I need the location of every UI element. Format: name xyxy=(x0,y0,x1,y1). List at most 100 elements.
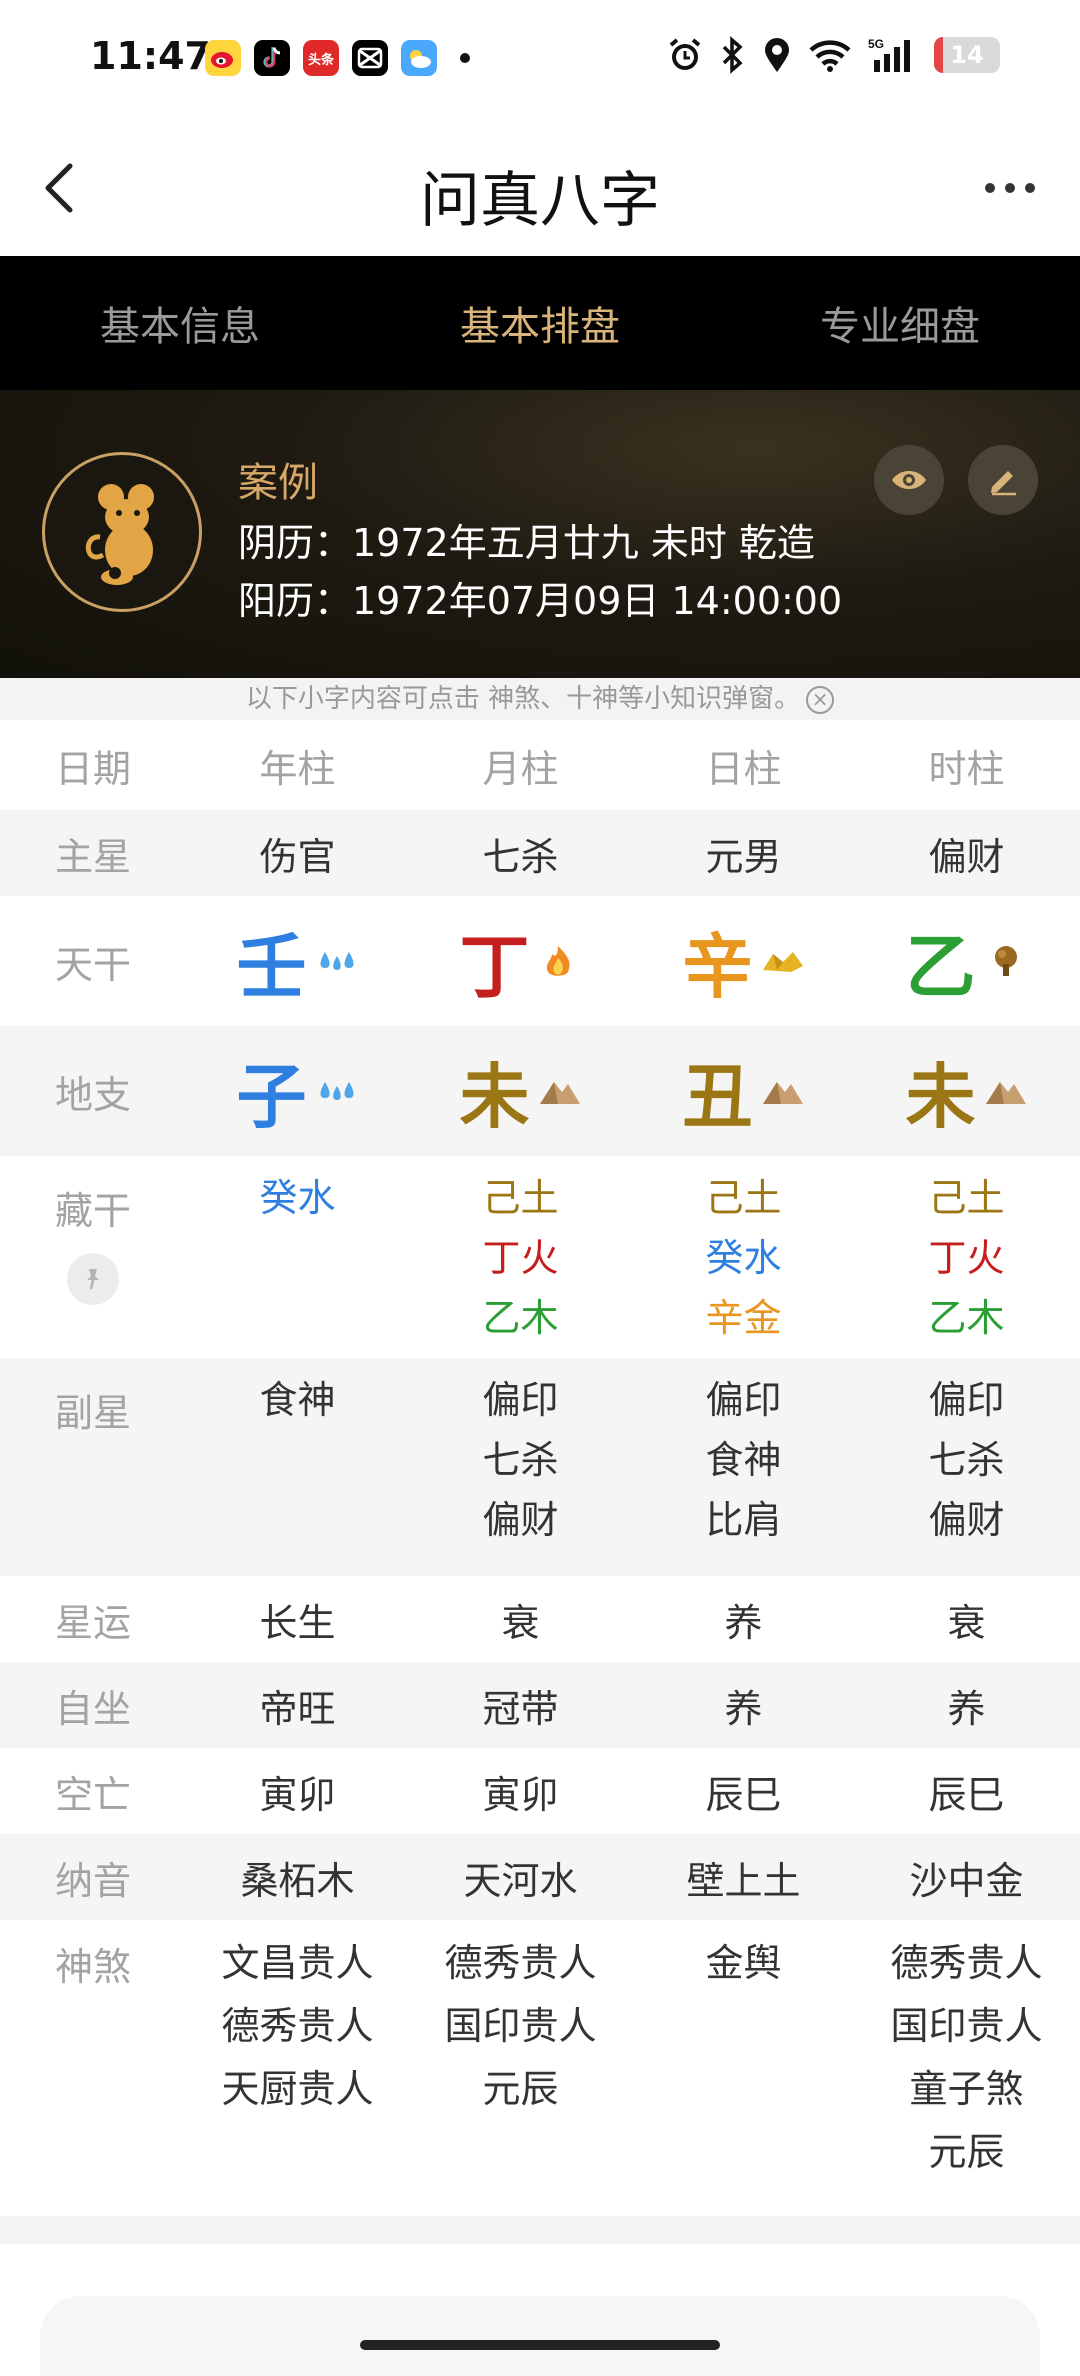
table-row-nayin: 纳音 桑柘木 天河水 壁上土 沙中金 xyxy=(0,1834,1080,1920)
nayin-year[interactable]: 桑柘木 xyxy=(186,1834,409,1920)
branch-month[interactable]: 未 xyxy=(460,1041,530,1142)
sub-star-item[interactable]: 食神 xyxy=(632,1430,855,1490)
sub-star-item[interactable]: 偏印 xyxy=(409,1370,632,1430)
void-year[interactable]: 寅卯 xyxy=(186,1748,409,1834)
self-seat-hour[interactable]: 养 xyxy=(855,1662,1078,1748)
shensha-item[interactable]: 金舆 xyxy=(632,1932,855,1995)
shensha-year: 文昌贵人 德秀贵人 天厨贵人 xyxy=(186,1920,409,2216)
stem-month[interactable]: 丁 xyxy=(460,911,530,1012)
shensha-item[interactable]: 德秀贵人 xyxy=(409,1932,632,1995)
sub-star-item[interactable]: 食神 xyxy=(186,1370,409,1430)
table-row-star-fortune: 星运 长生 衰 养 衰 xyxy=(0,1576,1080,1662)
hidden-stem-item[interactable]: 乙木 xyxy=(409,1288,632,1348)
sub-star-item[interactable]: 偏财 xyxy=(855,1490,1078,1550)
table-row-earthly-branch: 地支 子 未 丑 未 xyxy=(0,1026,1080,1156)
header-date: 日期 xyxy=(54,746,131,791)
tiktok-icon xyxy=(254,40,290,76)
main-star-year[interactable]: 伤官 xyxy=(186,810,409,896)
row-label-main-star: 主星 xyxy=(54,834,131,879)
close-tip-icon[interactable]: × xyxy=(806,685,835,714)
void-day[interactable]: 辰巳 xyxy=(632,1748,855,1834)
tab-basic-chart[interactable]: 基本排盘 xyxy=(360,294,720,352)
status-app-icons: 头条 xyxy=(205,40,470,76)
tab-bar: 基本信息 基本排盘 专业细盘 xyxy=(0,256,1080,390)
main-star-hour[interactable]: 偏财 xyxy=(855,810,1078,896)
stem-hour[interactable]: 乙 xyxy=(906,911,976,1012)
hidden-stem-item[interactable]: 癸水 xyxy=(632,1228,855,1288)
shensha-item[interactable]: 文昌贵人 xyxy=(186,1932,409,1995)
home-indicator[interactable] xyxy=(360,2340,720,2350)
battery-level-text: 14 xyxy=(950,41,984,69)
sub-stars-year: 食神 xyxy=(186,1358,409,1576)
branch-day[interactable]: 丑 xyxy=(683,1041,753,1142)
page-title: 问真八字 xyxy=(420,166,660,236)
shensha-item[interactable]: 元辰 xyxy=(855,2121,1078,2184)
nayin-day[interactable]: 壁上土 xyxy=(632,1834,855,1920)
shensha-item[interactable]: 德秀贵人 xyxy=(186,1995,409,2058)
self-seat-day[interactable]: 养 xyxy=(632,1662,855,1748)
table-header-row: 日期 年柱 月柱 日柱 时柱 xyxy=(0,720,1080,810)
hidden-stem-item[interactable]: 乙木 xyxy=(855,1288,1078,1348)
pencil-icon xyxy=(991,471,1016,496)
hidden-stem-item[interactable]: 己土 xyxy=(632,1168,855,1228)
star-fortune-day[interactable]: 养 xyxy=(632,1576,855,1662)
nayin-month[interactable]: 天河水 xyxy=(409,1834,632,1920)
hidden-stem-item[interactable]: 癸水 xyxy=(186,1168,409,1228)
shensha-item[interactable]: 德秀贵人 xyxy=(855,1932,1078,1995)
location-icon xyxy=(765,38,789,72)
profile-solar-date: 阳历：1972年07月09日 14:00:00 xyxy=(238,579,843,623)
hidden-stem-item[interactable]: 己土 xyxy=(409,1168,632,1228)
status-bar: 11:47 头条 5G 14 xyxy=(0,0,1080,118)
branch-hour[interactable]: 未 xyxy=(906,1041,976,1142)
hidden-stem-item[interactable]: 辛金 xyxy=(632,1288,855,1348)
nayin-hour[interactable]: 沙中金 xyxy=(855,1834,1078,1920)
tab-basic-info[interactable]: 基本信息 xyxy=(0,294,360,352)
pin-button[interactable] xyxy=(67,1253,119,1305)
star-fortune-hour[interactable]: 衰 xyxy=(855,1576,1078,1662)
shensha-item[interactable]: 天厨贵人 xyxy=(186,2058,409,2121)
star-fortune-month[interactable]: 衰 xyxy=(409,1576,632,1662)
shensha-item[interactable]: 国印贵人 xyxy=(855,1995,1078,2058)
main-star-month[interactable]: 七杀 xyxy=(409,810,632,896)
branch-year[interactable]: 子 xyxy=(237,1041,307,1142)
main-star-day[interactable]: 元男 xyxy=(632,810,855,896)
fire-icon xyxy=(546,946,570,976)
stem-day[interactable]: 辛 xyxy=(683,911,753,1012)
pin-icon xyxy=(87,1269,99,1290)
sub-star-item[interactable]: 比肩 xyxy=(632,1490,855,1550)
shensha-item[interactable]: 国印贵人 xyxy=(409,1995,632,2058)
hidden-stem-item[interactable]: 丁火 xyxy=(409,1228,632,1288)
void-month[interactable]: 寅卯 xyxy=(409,1748,632,1834)
hidden-stem-item[interactable]: 己土 xyxy=(855,1168,1078,1228)
hidden-stem-item[interactable]: 丁火 xyxy=(855,1228,1078,1288)
table-row-hidden-stems: 藏干 癸水 己土 丁火 乙木 己土 癸水 辛金 己土 丁火 乙木 xyxy=(0,1156,1080,1358)
table-row-shensha: 神煞 文昌贵人 德秀贵人 天厨贵人 德秀贵人 国印贵人 元辰 金舆 德秀贵人 国… xyxy=(0,1920,1080,2216)
header-year-pillar: 年柱 xyxy=(259,746,336,791)
table-row-void: 空亡 寅卯 寅卯 辰巳 辰巳 xyxy=(0,1748,1080,1834)
view-button[interactable] xyxy=(874,445,944,515)
sub-star-item[interactable]: 七杀 xyxy=(855,1430,1078,1490)
shensha-item[interactable]: 童子煞 xyxy=(855,2058,1078,2121)
header-day-pillar: 日柱 xyxy=(705,746,782,791)
water-drops-icon xyxy=(320,1082,353,1100)
sub-star-item[interactable]: 偏印 xyxy=(632,1370,855,1430)
svg-text:5G: 5G xyxy=(868,37,884,51)
star-fortune-year[interactable]: 长生 xyxy=(186,1576,409,1662)
more-options-icon[interactable] xyxy=(980,168,1040,208)
tip-text: 以下小字内容可点击 神煞、十神等小知识弹窗。 xyxy=(245,684,801,714)
mountain-icon xyxy=(985,1082,1026,1104)
profile-banner: 案例 阴历：1972年五月廿九 未时 乾造 阳历：1972年07月09日 14:… xyxy=(0,390,1080,678)
self-seat-year[interactable]: 帝旺 xyxy=(186,1662,409,1748)
tab-professional-chart[interactable]: 专业细盘 xyxy=(720,294,1080,352)
self-seat-month[interactable]: 冠带 xyxy=(409,1662,632,1748)
void-hour[interactable]: 辰巳 xyxy=(855,1748,1078,1834)
sub-star-item[interactable]: 偏印 xyxy=(855,1370,1078,1430)
row-label-nayin: 纳音 xyxy=(54,1858,131,1903)
sub-star-item[interactable]: 偏财 xyxy=(409,1490,632,1550)
shensha-item[interactable]: 元辰 xyxy=(409,2058,632,2121)
hidden-stems-day: 己土 癸水 辛金 xyxy=(632,1156,855,1358)
edit-button[interactable] xyxy=(968,445,1038,515)
stem-year[interactable]: 壬 xyxy=(237,911,307,1012)
section-divider xyxy=(0,2216,1080,2244)
sub-star-item[interactable]: 七杀 xyxy=(409,1430,632,1490)
